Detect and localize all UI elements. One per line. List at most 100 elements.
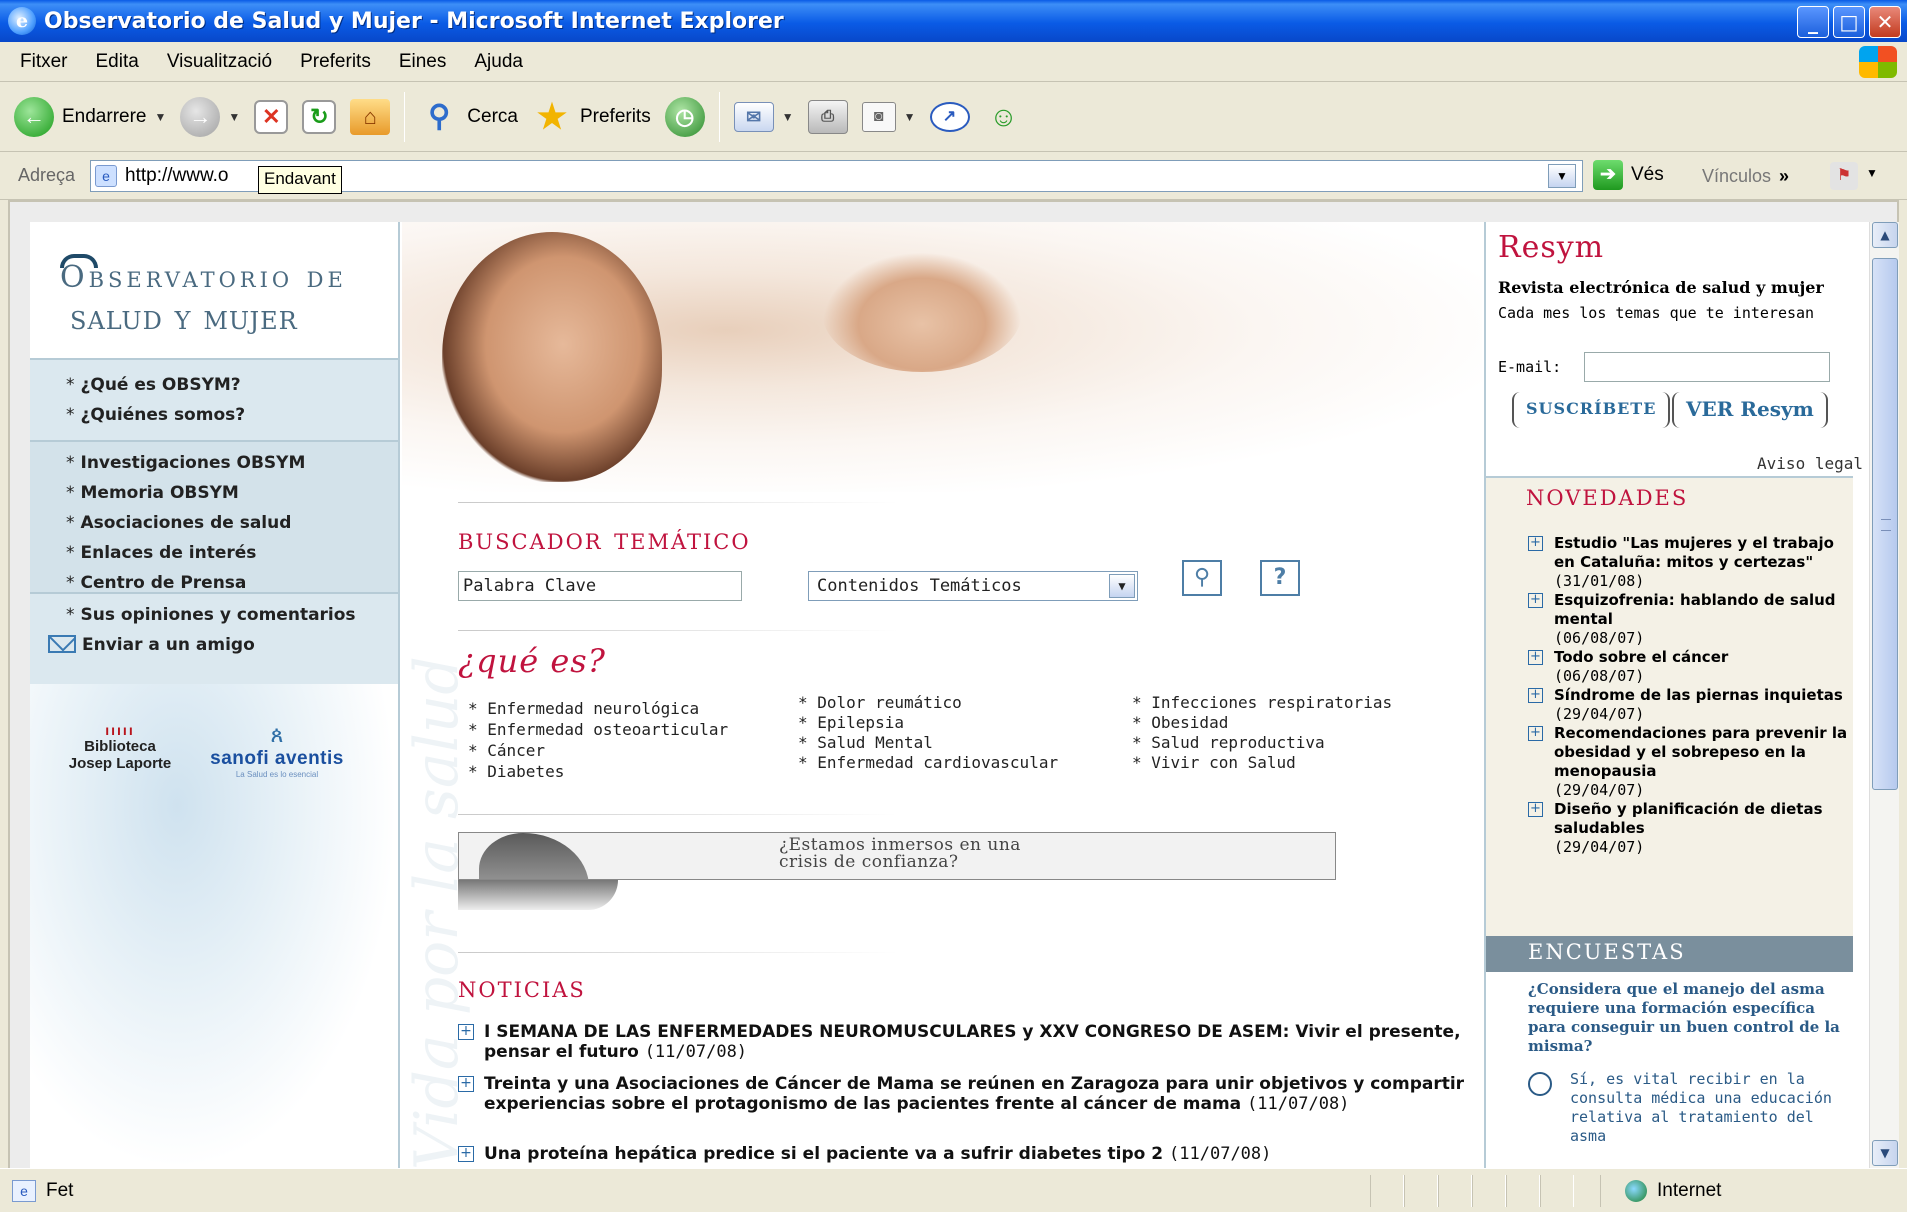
menu-edit[interactable]: Edita — [96, 51, 139, 73]
security-zone[interactable]: Internet — [1600, 1175, 1721, 1207]
favorites-button[interactable]: ★ Preferits — [532, 97, 651, 137]
back-dropdown-icon[interactable]: ▼ — [155, 110, 167, 124]
search-button[interactable]: ⚲ Cerca — [419, 97, 518, 137]
stop-button[interactable]: ✕ — [254, 99, 289, 134]
topic-link[interactable]: Enfermedad osteoarticular — [468, 719, 728, 740]
topic-select[interactable]: Contenidos Temáticos ▼ — [808, 571, 1138, 601]
novedad-item[interactable]: + Diseño y planificación de dietas saluda… — [1528, 800, 1848, 857]
sponsor-biblioteca-logo[interactable]: ııııı Biblioteca Josep Laporte — [60, 722, 180, 772]
novedad-item[interactable]: + Todo sobre el cáncer (06/08/07) — [1528, 648, 1848, 686]
scroll-down-icon[interactable]: ▼ — [1872, 1140, 1898, 1166]
noticias-title: noticias — [458, 970, 586, 1005]
translate-icon[interactable]: ⚑ — [1830, 162, 1858, 190]
nav-item-asociaciones[interactable]: * Asociaciones de salud — [30, 508, 398, 538]
menu-file[interactable]: Fitxer — [20, 51, 68, 73]
topic-link[interactable]: Infecciones respiratorias — [1132, 692, 1392, 712]
topic-link[interactable]: Vivir con Salud — [1132, 752, 1392, 772]
nav-item-quienes[interactable]: * ¿Quiénes somos? — [30, 400, 398, 430]
aviso-legal-link[interactable]: Aviso legal — [1757, 454, 1863, 473]
expand-plus-icon[interactable]: + — [1528, 536, 1543, 551]
translate-dropdown-icon[interactable]: ▼ — [1866, 166, 1878, 180]
topic-link[interactable]: Enfermedad neurológica — [468, 698, 728, 719]
go-button[interactable]: ➔ Vés — [1593, 160, 1664, 190]
maximize-button[interactable]: □ — [1833, 6, 1865, 38]
scroll-up-icon[interactable]: ▲ — [1872, 222, 1898, 248]
menu-view[interactable]: Visualització — [167, 51, 272, 73]
expand-plus-icon[interactable]: + — [1528, 650, 1543, 665]
search-submit-button[interactable]: ⚲ — [1182, 560, 1222, 596]
home-button[interactable]: ⌂ — [350, 98, 391, 135]
refresh-button[interactable]: ↻ — [302, 99, 337, 134]
subscribe-button[interactable]: SUSCRÍBETE — [1512, 392, 1671, 428]
expand-plus-icon[interactable]: + — [458, 1076, 474, 1092]
edit-button[interactable]: ◙ ▼ — [861, 101, 916, 132]
novedad-item[interactable]: + Esquizofrenia: hablando de salud mental… — [1528, 591, 1848, 648]
news-text[interactable]: I SEMANA DE LAS ENFERMEDADES NEUROMUSCUL… — [484, 1022, 1461, 1062]
expand-plus-icon[interactable]: + — [1528, 726, 1543, 741]
expand-plus-icon[interactable]: + — [458, 1024, 474, 1040]
novedad-item[interactable]: + Estudio "Las mujeres y el trabajo en Ca… — [1528, 534, 1848, 591]
nav-item-memoria[interactable]: * Memoria OBSYM — [30, 478, 398, 508]
help-button[interactable]: ? — [1260, 560, 1300, 596]
print-button[interactable]: ⎙ — [807, 99, 848, 134]
topic-link[interactable]: Salud Mental — [798, 732, 1058, 752]
forward-button[interactable]: → ▼ — [180, 96, 240, 137]
mail-dropdown-icon[interactable]: ▼ — [782, 110, 794, 124]
vertical-scrollbar[interactable]: ▲ ▼ — [1869, 222, 1899, 1170]
topic-link[interactable]: Salud reproductiva — [1132, 732, 1392, 752]
menu-tools[interactable]: Eines — [399, 51, 447, 73]
site-logo[interactable]: Observatorio de salud y mujer — [56, 252, 376, 338]
page-done-icon: e — [12, 1179, 36, 1202]
topic-link[interactable]: Obesidad — [1132, 712, 1392, 732]
nav-item-opiniones[interactable]: * Sus opiniones y comentarios — [30, 600, 398, 630]
email-field[interactable] — [1584, 352, 1830, 382]
expand-plus-icon[interactable]: + — [1528, 593, 1543, 608]
resym-subtitle: Revista electrónica de salud y mujer — [1498, 278, 1824, 297]
chevron-down-icon[interactable]: ▼ — [1109, 574, 1135, 598]
close-button[interactable]: ✕ — [1869, 6, 1901, 38]
news-text[interactable]: Una proteína hepática predice si el paci… — [484, 1144, 1163, 1164]
news-item[interactable]: + Una proteína hepática predice si el pa… — [458, 1144, 1478, 1164]
forward-dropdown-icon[interactable]: ▼ — [228, 110, 240, 124]
novedad-item[interactable]: + Síndrome de las piernas inquietas (29/04… — [1528, 686, 1848, 724]
topic-link[interactable]: Enfermedad cardiovascular — [798, 752, 1058, 772]
expand-plus-icon[interactable]: + — [458, 1146, 474, 1162]
expand-plus-icon[interactable]: + — [1528, 688, 1543, 703]
expand-plus-icon[interactable]: + — [1528, 802, 1543, 817]
topic-link[interactable]: Diabetes — [468, 761, 728, 782]
novedad-item[interactable]: + Recomendaciones para prevenir la obesid… — [1528, 724, 1848, 800]
news-item[interactable]: + Treinta y una Asociaciones de Cáncer d… — [458, 1074, 1478, 1114]
history-button[interactable]: ◷ — [664, 96, 705, 137]
address-dropdown-icon[interactable]: ▼ — [1548, 164, 1576, 188]
poll-radio-button[interactable] — [1528, 1072, 1552, 1096]
hero-hands-figure — [822, 252, 1022, 372]
links-more-icon[interactable]: » — [1779, 166, 1789, 186]
topic-link[interactable]: Dolor reumático — [798, 692, 1058, 712]
nav-item-enlaces[interactable]: * Enlaces de interés — [30, 538, 398, 568]
mail-button[interactable]: ✉ ▼ — [733, 101, 794, 132]
keyword-input[interactable]: Palabra Clave — [458, 571, 742, 601]
links-toolbar[interactable]: Vínculos » — [1702, 166, 1789, 187]
nav-item-que-es[interactable]: * ¿Qué es OBSYM? — [30, 370, 398, 400]
quees-title: ¿qué es? — [458, 642, 606, 680]
banner-foot-decoration — [458, 880, 618, 910]
sponsor-sanofi-logo[interactable]: ጰ sanofi aventis La Salud es lo esencial — [208, 722, 346, 779]
nav-item-investigaciones[interactable]: * Investigaciones OBSYM — [30, 448, 398, 478]
ver-resym-button[interactable]: VER Resym — [1672, 392, 1828, 428]
menu-favorites[interactable]: Preferits — [300, 51, 371, 73]
news-item[interactable]: + I SEMANA DE LAS ENFERMEDADES NEUROMUSC… — [458, 1022, 1478, 1062]
poll-option[interactable]: Sí, es vital recibir en la consulta médi… — [1528, 1070, 1850, 1146]
edit-dropdown-icon[interactable]: ▼ — [904, 110, 916, 124]
scroll-thumb[interactable] — [1872, 258, 1898, 790]
topic-link[interactable]: Epilepsia — [798, 712, 1058, 732]
minimize-button[interactable]: _ — [1797, 6, 1829, 38]
confianza-banner[interactable]: ¿Estamos inmersos en una crisis de confi… — [458, 832, 1336, 880]
window-button[interactable]: ↗ — [929, 101, 970, 132]
messenger-button[interactable]: ☺ — [984, 97, 1024, 137]
nav-item-enviar[interactable]: Enviar a un amigo — [30, 630, 398, 660]
back-button[interactable]: ← Endarrere ▼ — [14, 96, 167, 137]
address-url[interactable]: http://www.o — [125, 165, 229, 187]
divider — [458, 630, 898, 631]
topic-link[interactable]: Cáncer — [468, 740, 728, 761]
menu-help[interactable]: Ajuda — [474, 51, 523, 73]
